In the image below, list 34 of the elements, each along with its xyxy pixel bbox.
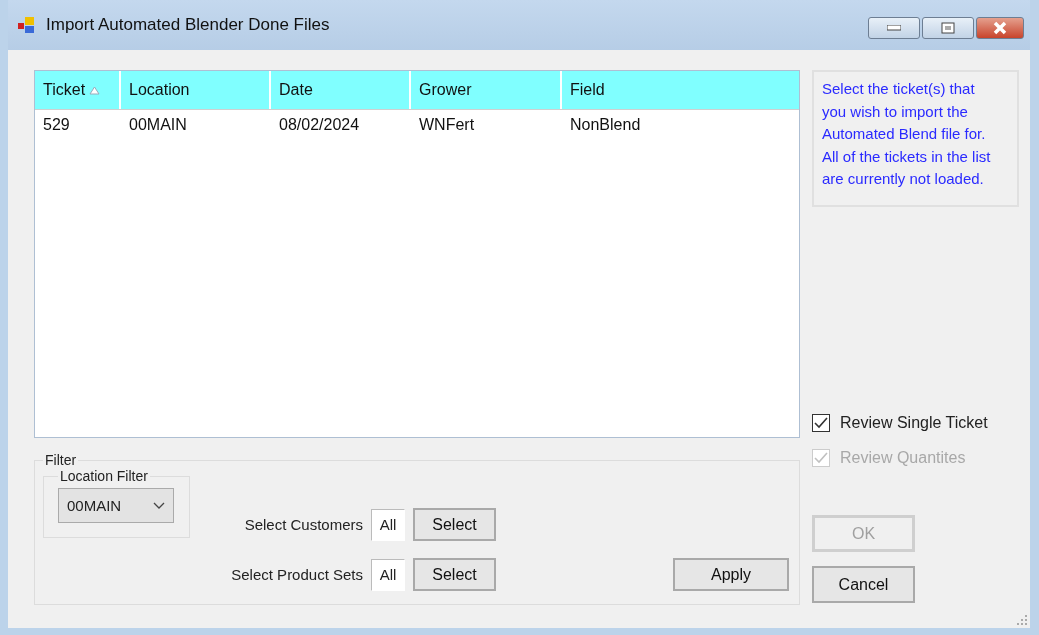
filter-value-field[interactable]: All xyxy=(371,508,405,541)
chevron-down-icon xyxy=(153,501,165,510)
select-button[interactable]: Select xyxy=(413,558,496,591)
instructions-text: Select the ticket(s) that you wish to import the Automated Blend file for. All of the tickets in the list are currently not loaded. xyxy=(812,70,1019,207)
location-filter-title: Location Filter xyxy=(59,468,149,484)
filter-label: Select Customers xyxy=(244,516,363,533)
column-header[interactable]: Grower xyxy=(411,71,560,109)
checkbox[interactable] xyxy=(812,414,830,432)
close-icon xyxy=(992,21,1008,35)
checkbox-label: Review Quantites xyxy=(840,449,966,467)
column-header[interactable]: Location xyxy=(121,71,269,109)
table-cell-text: NonBlend xyxy=(569,116,642,134)
close-button[interactable] xyxy=(976,17,1024,39)
filter-value-field[interactable]: All xyxy=(371,558,405,591)
filter-label: Select Product Sets xyxy=(231,566,363,583)
location-dropdown[interactable]: 00MAIN xyxy=(58,488,174,523)
table-cell-text: 529 xyxy=(42,116,71,134)
filter-title: Filter xyxy=(44,452,78,468)
minimize-button[interactable] xyxy=(868,17,920,39)
table-cell-text: 00MAIN xyxy=(128,116,188,134)
apply-button[interactable]: Apply xyxy=(673,558,789,591)
column-header[interactable]: Date xyxy=(271,71,409,109)
resize-grip-icon[interactable] xyxy=(1017,615,1027,625)
maximize-button[interactable] xyxy=(922,17,974,39)
window-title: Import Automated Blender Done Files xyxy=(46,15,331,35)
minimize-icon xyxy=(887,25,901,31)
checkbox-label: Review Single Ticket xyxy=(840,414,988,432)
maximize-icon xyxy=(941,22,955,34)
dialog-button[interactable]: Cancel xyxy=(812,566,915,603)
table-cell-text: 08/02/2024 xyxy=(278,116,361,134)
column-header[interactable]: Ticket xyxy=(35,71,119,109)
select-button[interactable]: Select xyxy=(413,508,496,541)
column-header[interactable]: Field xyxy=(562,71,799,109)
table-cell-text: WNFert xyxy=(418,116,476,134)
